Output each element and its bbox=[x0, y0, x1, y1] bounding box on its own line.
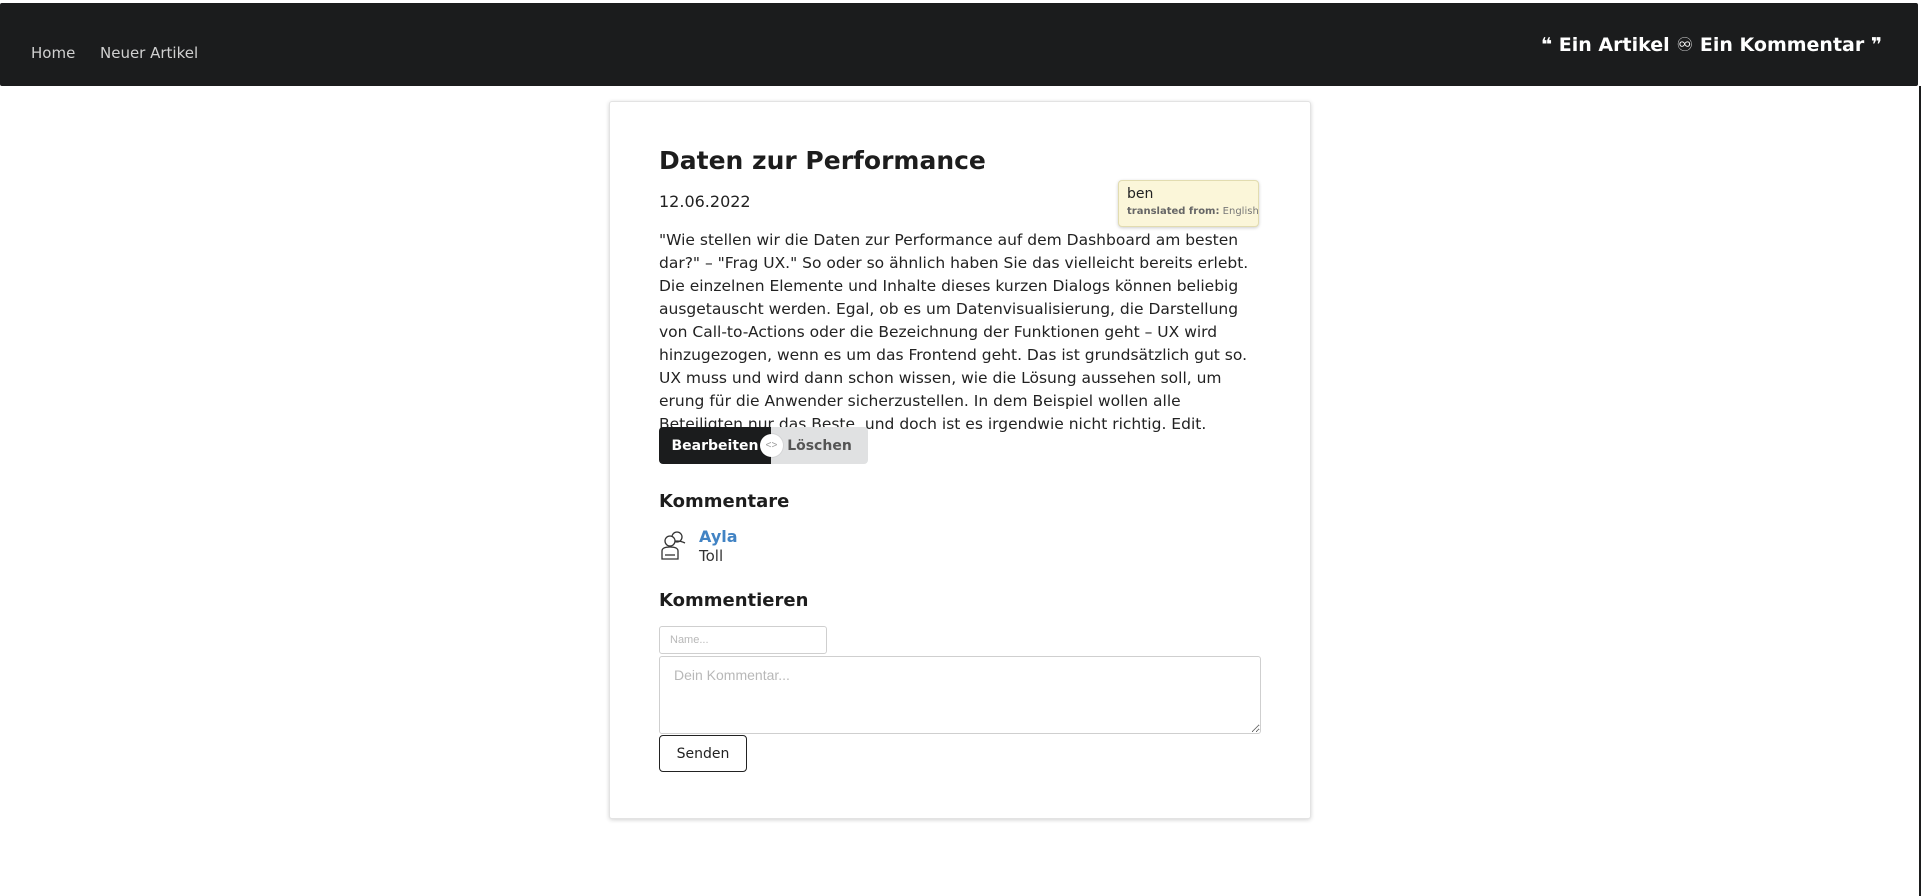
article-actions: Bearbeiten Löschen <> bbox=[659, 427, 868, 464]
tooltip-source: translated from: English bbox=[1127, 206, 1259, 217]
nav-link-new-article[interactable]: Neuer Artikel bbox=[100, 44, 198, 62]
comment-item: Ayla Toll bbox=[659, 527, 959, 567]
comments-heading: Kommentare bbox=[659, 491, 790, 512]
comment-form-heading: Kommentieren bbox=[659, 590, 809, 611]
comment-text: Toll bbox=[699, 547, 724, 565]
or-divider: <> bbox=[760, 434, 783, 457]
brand-title[interactable]: ❝ Ein Artikel ♾ Ein Kommentar ❞ bbox=[1541, 34, 1882, 56]
nav-link-home[interactable]: Home bbox=[31, 44, 75, 62]
article-date: 12.06.2022 bbox=[659, 192, 751, 211]
article-body: "Wie stellen wir die Daten zur Performan… bbox=[659, 231, 1249, 433]
send-button[interactable]: Senden bbox=[659, 735, 747, 772]
tooltip-word: ben bbox=[1127, 186, 1154, 202]
tooltip-from-lang: English bbox=[1222, 206, 1259, 217]
name-input[interactable] bbox=[659, 626, 827, 654]
article-title: Daten zur Performance bbox=[659, 146, 986, 175]
translation-tooltip: ben translated from: English bbox=[1118, 180, 1259, 227]
users-icon bbox=[659, 529, 689, 561]
tooltip-from-label: translated from: bbox=[1127, 206, 1220, 217]
comment-author[interactable]: Ayla bbox=[699, 527, 738, 546]
comment-textarea[interactable] bbox=[659, 656, 1261, 734]
delete-button[interactable]: Löschen bbox=[771, 427, 868, 464]
edit-button[interactable]: Bearbeiten bbox=[659, 427, 771, 464]
top-navbar: Home Neuer Artikel ❝ Ein Artikel ♾ Ein K… bbox=[0, 3, 1918, 86]
